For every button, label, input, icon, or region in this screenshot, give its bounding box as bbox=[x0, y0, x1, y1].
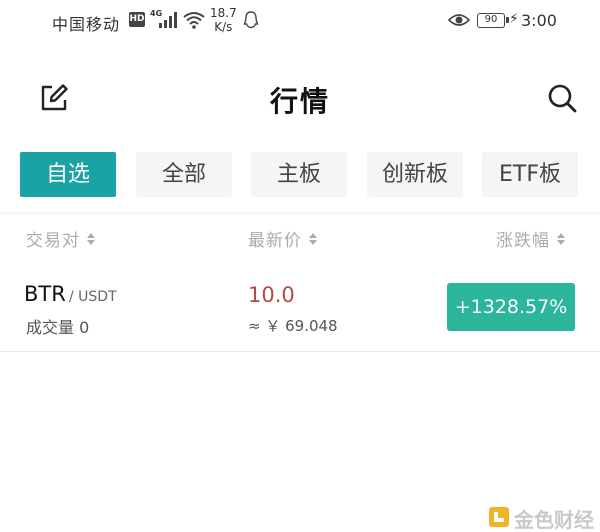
carrier-label: 中国移动 bbox=[52, 15, 121, 34]
signal-icon bbox=[159, 12, 177, 28]
speed-unit: K/s bbox=[214, 20, 233, 34]
column-header-change[interactable]: 涨跌幅 bbox=[496, 226, 566, 251]
table-row[interactable]: BTR / USDT 成交量 0 10.0 ≈ ￥ 69.048 +1328.5… bbox=[0, 268, 600, 352]
charging-icon: ⚡ bbox=[509, 11, 519, 27]
column-header-price[interactable]: 最新价 bbox=[248, 226, 318, 251]
column-header-price-label: 最新价 bbox=[248, 231, 302, 251]
price-cny: ≈ ￥ 69.048 bbox=[248, 317, 338, 335]
column-header-pair[interactable]: 交易对 bbox=[26, 226, 96, 251]
search-icon[interactable] bbox=[546, 82, 578, 114]
market-tabs: 自选 全部 主板 创新板 ETF板 bbox=[20, 152, 580, 197]
tabs-divider bbox=[0, 212, 600, 216]
latest-price: 10.0 bbox=[248, 283, 295, 307]
column-header-change-label: 涨跌幅 bbox=[496, 231, 550, 251]
wifi-icon bbox=[183, 12, 205, 29]
column-header-pair-label: 交易对 bbox=[26, 231, 80, 251]
tab-favorites[interactable]: 自选 bbox=[20, 152, 116, 197]
jinse-logo-icon bbox=[489, 507, 509, 527]
hd-badge: HD bbox=[129, 12, 145, 27]
pair-quote: / USDT bbox=[69, 289, 117, 305]
app-header: 行情 bbox=[0, 60, 600, 136]
eye-icon bbox=[448, 14, 470, 26]
watermark-text: 金色财经 bbox=[514, 508, 594, 532]
status-bar: 中国移动 HD 4G 18.7 K/s 90 ⚡ 3:00 bbox=[0, 0, 600, 44]
status-time: 3:00 bbox=[521, 11, 557, 30]
pair-base: BTR bbox=[24, 282, 66, 306]
page-title: 行情 bbox=[269, 85, 330, 118]
battery-icon: 90 bbox=[477, 13, 509, 28]
tab-main-board[interactable]: 主板 bbox=[251, 152, 347, 197]
speed-value: 18.7 bbox=[210, 6, 237, 20]
tab-innovation-board[interactable]: 创新板 bbox=[367, 152, 463, 197]
qq-icon bbox=[243, 11, 259, 29]
sort-icon bbox=[557, 233, 565, 245]
sort-icon bbox=[309, 233, 317, 245]
change-percent-button[interactable]: +1328.57% bbox=[447, 283, 575, 331]
tab-all[interactable]: 全部 bbox=[136, 152, 232, 197]
volume-label: 成交量 0 bbox=[26, 318, 90, 337]
sort-icon bbox=[87, 233, 95, 245]
network-speed: 18.7 K/s bbox=[210, 6, 237, 34]
tab-etf-board[interactable]: ETF板 bbox=[482, 152, 578, 197]
